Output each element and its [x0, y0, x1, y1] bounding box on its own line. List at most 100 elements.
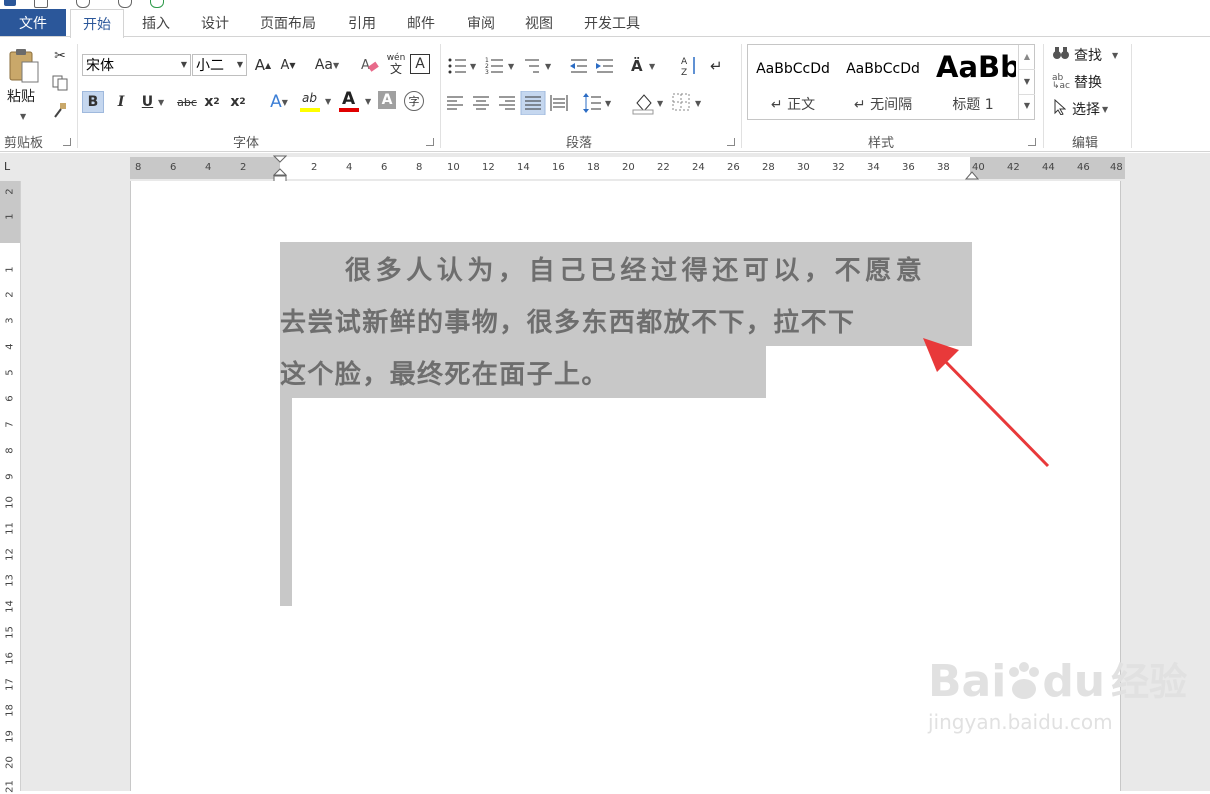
character-border-button[interactable]: A — [410, 54, 430, 74]
subscript-button[interactable]: x2 — [201, 91, 223, 113]
underline-button[interactable]: U ▼ — [136, 91, 170, 113]
paste-dropdown-icon[interactable]: ▼ — [20, 112, 26, 121]
scroll-up-icon[interactable]: ▲ — [1019, 45, 1035, 70]
enclose-characters-icon: 字 — [408, 95, 420, 108]
document-line-1[interactable]: 很多人认为，自己已经过得还可以，不愿意 — [345, 250, 926, 287]
tab-review[interactable]: 审阅 — [467, 9, 495, 37]
bold-button[interactable]: B — [82, 91, 104, 113]
document-line-2[interactable]: 去尝试新鲜的事物，很多东西都放不下，拉不下 — [280, 302, 855, 339]
align-center-icon — [473, 96, 489, 110]
grow-font-icon: A — [254, 56, 266, 74]
increase-indent-icon — [596, 59, 613, 73]
tab-page-layout[interactable]: 页面布局 — [260, 9, 316, 37]
font-color-button[interactable]: A ▼ — [338, 89, 374, 115]
character-shading-button[interactable]: A — [378, 91, 396, 109]
styles-dialog-launcher-icon[interactable] — [1028, 138, 1036, 146]
tab-insert[interactable]: 插入 — [142, 9, 170, 37]
style-no-spacing[interactable]: AaBbCcDd ↵ 无间隔 — [838, 45, 928, 119]
ruler-tick: 9 — [4, 473, 16, 480]
cut-icon[interactable]: ✂ — [49, 45, 71, 67]
ruler-tick: 20 — [622, 162, 635, 173]
underline-icon: U — [141, 94, 154, 110]
ruler-tick: 10 — [447, 162, 460, 173]
document-line-3[interactable]: 这个脸，最终死在面子上。 — [280, 354, 609, 391]
format-painter-icon[interactable] — [49, 99, 71, 121]
save-icon[interactable] — [34, 0, 48, 8]
undo-icon[interactable] — [76, 0, 90, 8]
font-name-combo[interactable]: 宋体 ▼ — [82, 54, 191, 76]
text-effects-button[interactable]: A ▼ — [262, 91, 296, 113]
strikethrough-button[interactable]: abc — [174, 91, 200, 113]
repeat-icon[interactable] — [150, 0, 164, 8]
replace-button[interactable]: ab ↳ac 替换 — [1052, 72, 1102, 92]
chevron-down-icon: ▼ — [1102, 104, 1109, 114]
shrink-font-button[interactable]: A ▼ — [277, 54, 299, 76]
style-preview: AaBbCcDd — [846, 61, 920, 77]
tab-file[interactable]: 文件 — [0, 9, 66, 37]
scroll-down-icon[interactable]: ▼ — [1019, 70, 1035, 95]
font-size-combo[interactable]: 小二 ▼ — [192, 54, 247, 76]
superscript-button[interactable]: x2 — [227, 91, 249, 113]
ruler-tick: 14 — [4, 600, 16, 613]
find-label: 查找 — [1074, 48, 1102, 64]
vertical-ruler[interactable]: 2 1 1 2 3 4 5 6 7 8 9 10 11 12 13 14 15 … — [0, 181, 21, 793]
more-styles-icon[interactable]: ▼ — [1019, 95, 1035, 119]
svg-text:▼: ▼ — [695, 99, 702, 108]
style-preview: AaBb — [936, 50, 1016, 84]
ruler-tick: 4 — [205, 162, 212, 173]
ruler-tick: 18 — [4, 704, 16, 717]
redo-icon[interactable] — [118, 0, 132, 8]
font-color-icon: A — [342, 89, 356, 109]
replace-label: 替换 — [1074, 75, 1103, 91]
highlight-color-button[interactable]: ab ▼ — [300, 91, 336, 115]
ruler-tick: 22 — [657, 162, 670, 173]
find-button[interactable]: 查找 ▼ — [1052, 45, 1118, 65]
character-shading-icon: A — [381, 92, 393, 108]
italic-icon: I — [117, 94, 125, 110]
line-spacing-icon — [583, 93, 601, 113]
tab-view[interactable]: 视图 — [525, 9, 553, 37]
italic-button[interactable]: I — [110, 91, 132, 113]
style-normal[interactable]: AaBbCcDd ↵ 正文 — [748, 45, 838, 119]
ruler-tick: 3 — [4, 317, 16, 324]
ruler-tick: 1 — [4, 213, 16, 220]
ruler-tick: 6 — [170, 162, 177, 173]
enclose-characters-button[interactable]: 字 — [404, 91, 424, 111]
ruler-tick: 4 — [4, 343, 16, 350]
phonetic-guide-button[interactable]: wén 文 — [385, 53, 407, 77]
tab-selector[interactable]: L — [4, 160, 20, 176]
annotation-arrow — [923, 338, 1050, 468]
tab-mailings[interactable]: 邮件 — [407, 9, 435, 37]
subscript-mark: 2 — [213, 97, 220, 107]
ruler-tick: 13 — [4, 574, 16, 587]
chevron-down-icon: ▼ — [180, 60, 187, 69]
grow-font-button[interactable]: A ▲ — [252, 54, 274, 76]
chinese-layout-icon: Ä — [631, 56, 643, 75]
tab-developer[interactable]: 开发工具 — [584, 9, 640, 37]
clipboard-dialog-launcher-icon[interactable] — [63, 138, 71, 146]
style-heading-1[interactable]: AaBb 标题 1 — [930, 45, 1016, 119]
font-size-value: 小二 — [196, 58, 224, 74]
select-button[interactable]: 选择 ▼ — [1054, 98, 1109, 119]
ruler-tick: 19 — [4, 730, 16, 743]
copy-icon[interactable] — [49, 72, 71, 94]
ruler-tick: 17 — [4, 678, 16, 691]
ruler-tick: 2 — [4, 188, 16, 195]
paste-button[interactable] — [6, 46, 40, 86]
styles-gallery-scrollbar[interactable]: ▲ ▼ ▼ — [1018, 45, 1035, 119]
font-dialog-launcher-icon[interactable] — [426, 138, 434, 146]
change-case-button[interactable]: Aa ▼ — [311, 54, 343, 76]
tab-references[interactable]: 引用 — [348, 9, 376, 37]
chevron-down-icon: ▼ — [236, 60, 243, 69]
multilevel-list-icon — [525, 59, 539, 73]
ruler-tick: 8 — [416, 162, 423, 173]
select-label: 选择 — [1072, 102, 1100, 118]
clear-formatting-button[interactable]: A — [359, 54, 381, 76]
tab-design[interactable]: 设计 — [201, 9, 229, 37]
tab-home[interactable]: 开始 — [70, 9, 124, 38]
paragraph-dialog-launcher-icon[interactable] — [727, 138, 735, 146]
ruler-tick: 26 — [727, 162, 740, 173]
ruler-tick: 2 — [240, 162, 247, 173]
svg-text:↵: ↵ — [710, 57, 723, 75]
paste-label[interactable]: 粘贴 — [7, 86, 35, 106]
